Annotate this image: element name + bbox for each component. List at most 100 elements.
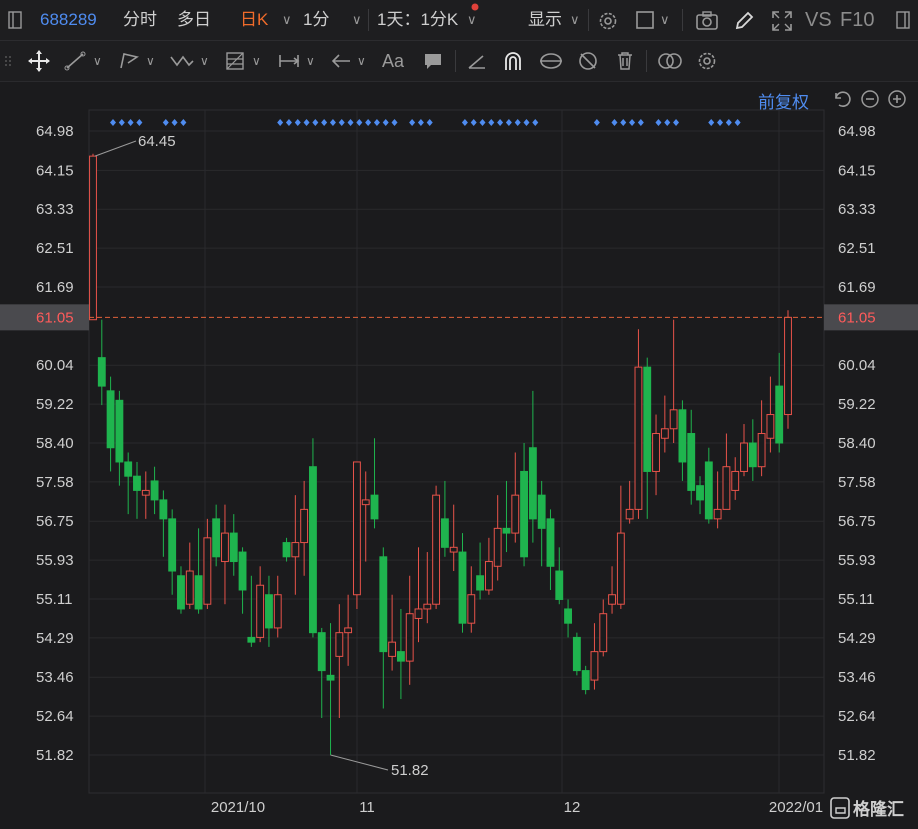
text-tool-button[interactable]: Aa xyxy=(382,41,404,81)
window-toggle-icon[interactable] xyxy=(896,11,910,29)
chevron-down-icon[interactable]: ∨ xyxy=(570,0,580,40)
chevron-down-icon[interactable]: ∨ xyxy=(146,41,155,81)
signal-marker xyxy=(171,119,178,126)
candle xyxy=(449,504,458,572)
high-price-label: 64.45 xyxy=(138,133,176,150)
chevron-down-icon[interactable]: ∨ xyxy=(200,41,209,81)
chevron-down-icon[interactable]: ∨ xyxy=(282,0,292,40)
candle xyxy=(476,542,485,600)
signal-marker xyxy=(347,119,354,126)
fullscreen-icon[interactable] xyxy=(770,9,794,33)
candle xyxy=(124,452,133,515)
candlestick-chart[interactable]: 64.98 64.15 63.33 62.51 61.69 60.04 59.22 58.40… xyxy=(0,82,918,829)
tab-intraday[interactable]: 分时 xyxy=(123,0,157,40)
candle-body xyxy=(775,385,784,444)
candle-body xyxy=(784,316,792,416)
measure-icon[interactable] xyxy=(277,51,301,71)
magnet-icon[interactable] xyxy=(502,50,524,72)
chevron-down-icon[interactable]: ∨ xyxy=(660,0,670,40)
current-price-line: 61.05 61.05 xyxy=(0,304,918,331)
candle xyxy=(405,575,414,685)
tab-1-minute[interactable]: 1分 xyxy=(303,0,329,40)
chevron-down-icon[interactable]: ∨ xyxy=(357,41,366,81)
candle-body xyxy=(388,641,397,657)
candle-body xyxy=(238,551,247,591)
y-tick-label: 62.51 xyxy=(838,240,876,257)
hide-drawing-icon[interactable] xyxy=(576,50,600,72)
candle-body xyxy=(370,494,379,520)
trend-line-icon[interactable] xyxy=(64,51,86,71)
candle-body xyxy=(511,494,520,534)
candle-body xyxy=(229,532,238,563)
signal-marker xyxy=(532,119,539,126)
candle-body xyxy=(221,532,229,563)
chevron-down-icon[interactable]: ∨ xyxy=(252,41,261,81)
candle xyxy=(168,509,177,595)
compare-icon[interactable] xyxy=(656,51,684,71)
candle-body xyxy=(194,575,203,610)
trash-icon[interactable] xyxy=(614,50,636,72)
chevron-down-icon[interactable]: ∨ xyxy=(93,41,102,81)
polyline-icon[interactable] xyxy=(118,51,140,71)
camera-icon[interactable] xyxy=(696,11,718,30)
y-tick-label: 53.46 xyxy=(36,669,74,686)
candle-body xyxy=(405,613,414,662)
y-tick-label: 51.82 xyxy=(838,747,876,764)
gear-icon[interactable] xyxy=(597,10,619,32)
candle-body xyxy=(766,414,775,439)
y-tick-label: 55.93 xyxy=(36,552,74,569)
candle xyxy=(572,632,581,676)
candle xyxy=(634,329,643,519)
watermark-logo: 格隆汇 xyxy=(830,797,904,819)
candle xyxy=(502,480,511,553)
candle xyxy=(185,542,194,609)
signal-marker xyxy=(303,119,310,126)
tab-multi-day[interactable]: 多日 xyxy=(177,0,211,40)
panel-toggle-icon[interactable] xyxy=(8,11,22,29)
signal-marker xyxy=(620,119,627,126)
signal-marker xyxy=(479,119,486,126)
y-tick-label: 64.98 xyxy=(838,123,876,140)
settings-gear-icon[interactable] xyxy=(696,50,718,72)
comment-icon[interactable] xyxy=(422,51,444,71)
signal-marker xyxy=(373,119,380,126)
candle-body xyxy=(309,466,317,634)
left-price-axis: 64.98 64.15 63.33 62.51 61.69 60.04 59.22 58.40… xyxy=(36,123,74,764)
tab-daily-k[interactable]: 日K xyxy=(240,0,268,40)
candle-body xyxy=(291,542,300,558)
candle xyxy=(309,438,317,638)
date-axis: 2021/10 11 12 2022/01 xyxy=(211,799,823,816)
divider xyxy=(368,9,369,31)
chevron-down-icon[interactable]: ∨ xyxy=(467,0,477,40)
low-price-label: 51.82 xyxy=(391,762,429,779)
candle xyxy=(564,599,572,638)
y-tick-label: 64.15 xyxy=(36,162,74,179)
arrow-left-icon[interactable] xyxy=(330,51,352,71)
chevron-down-icon[interactable]: ∨ xyxy=(306,41,315,81)
candle-body xyxy=(634,366,643,510)
x-tick-label: 11 xyxy=(359,799,375,816)
angle-icon[interactable] xyxy=(466,51,488,71)
candle xyxy=(625,480,634,524)
square-icon[interactable] xyxy=(635,10,655,30)
lock-drawing-icon[interactable] xyxy=(538,50,564,72)
pencil-icon[interactable] xyxy=(733,10,755,32)
chevron-down-icon[interactable]: ∨ xyxy=(352,0,362,40)
vs-button[interactable]: VS xyxy=(805,0,832,40)
display-menu[interactable]: 显示 xyxy=(528,0,562,40)
signal-marker xyxy=(417,119,424,126)
candle xyxy=(300,480,309,576)
candle-body xyxy=(616,532,625,605)
signal-marker xyxy=(497,119,504,126)
wave-line-icon[interactable] xyxy=(169,51,195,71)
move-cross-icon[interactable] xyxy=(27,49,51,73)
f10-button[interactable]: F10 xyxy=(840,0,874,40)
candle-body xyxy=(273,594,282,629)
signal-marker xyxy=(409,119,416,126)
candle xyxy=(722,433,731,510)
period-selector[interactable]: 1天：1分K xyxy=(377,0,458,40)
high-pointer xyxy=(94,140,137,157)
candle xyxy=(775,352,784,453)
fibonacci-icon[interactable] xyxy=(224,50,248,72)
candle-body xyxy=(300,508,309,544)
